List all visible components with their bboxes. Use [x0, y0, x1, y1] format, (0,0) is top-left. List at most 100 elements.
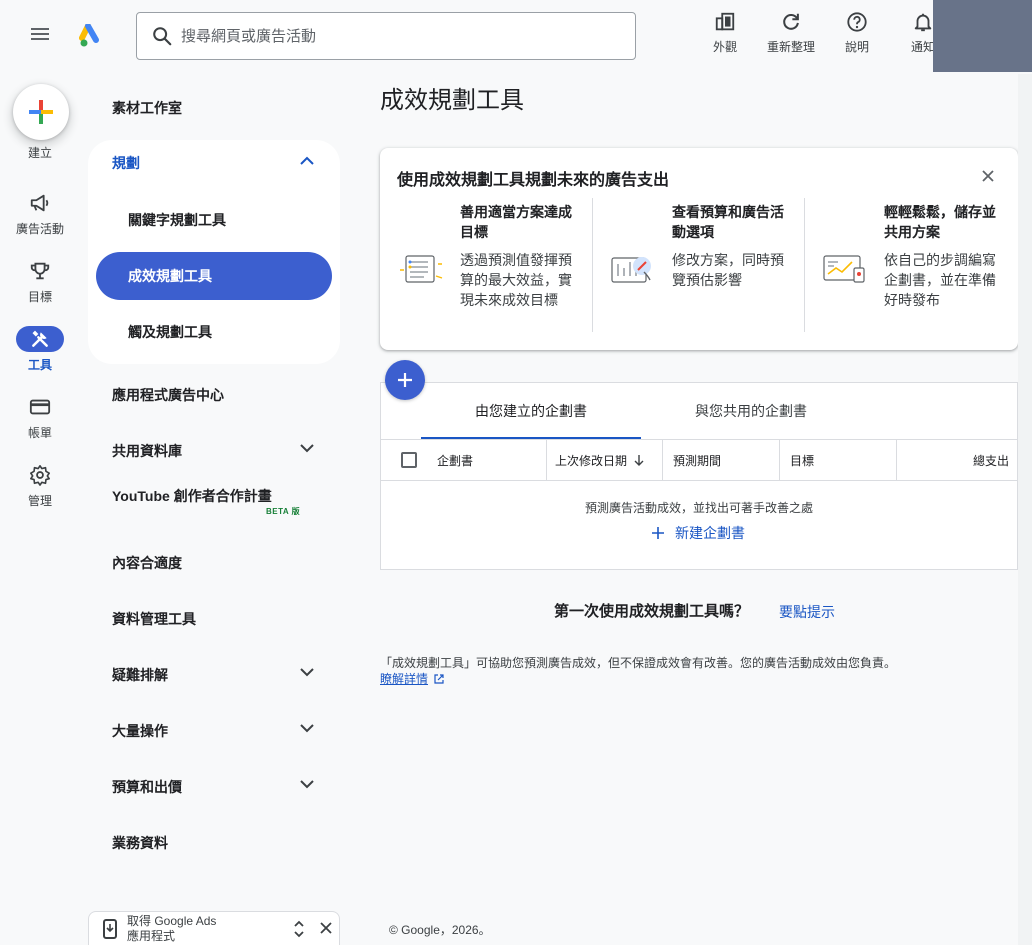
- divider: [592, 198, 593, 332]
- expand-icon[interactable]: [293, 920, 305, 938]
- column-label: 企劃書: [437, 453, 474, 468]
- empty-state-message: 預測廣告活動成效，並找出可著手改善之處: [584, 501, 813, 515]
- column-header-target[interactable]: 目標: [780, 440, 897, 480]
- rail-item-goals[interactable]: 目標: [0, 258, 80, 305]
- nav-item-label: 內容合適度: [112, 555, 182, 571]
- get-app-text: 取得 Google Ads 應用程式: [127, 914, 267, 944]
- external-link-icon: [434, 673, 444, 684]
- tip-description: 透過預測值發揮預算的最大效益，實現未來成效目標: [460, 252, 572, 308]
- plus-icon: [29, 100, 53, 124]
- notifications-label: 通知: [910, 40, 935, 54]
- disclaimer-text: 「成效規劃工具」可協助您預測廣告成效，但不保證成效會有改善。您的廣告活動成效由您…: [380, 656, 897, 670]
- sort-down-icon: [634, 455, 644, 466]
- nav-item-performance-planner[interactable]: 成效規劃工具: [96, 252, 332, 300]
- nav-item-youtube-creator-program[interactable]: YouTube 創作者合作計畫 BETA 版: [112, 486, 322, 516]
- nav-item-troubleshooting[interactable]: 疑難排解: [88, 653, 340, 697]
- nav-item-app-advertising-hub[interactable]: 應用程式廣告中心: [88, 373, 340, 417]
- create-button[interactable]: [13, 84, 69, 140]
- refresh-button[interactable]: 重新整理: [758, 10, 824, 60]
- plus-icon: [398, 373, 412, 387]
- chevron-down-icon: [300, 668, 314, 677]
- nav-item-data-manager[interactable]: 資料管理工具: [88, 597, 340, 641]
- tab-label: 由您建立的企劃書: [475, 403, 587, 419]
- nav-item-reach-planner[interactable]: 觸及規劃工具: [96, 308, 332, 356]
- first-time-question: 第一次使用成效規劃工具嗎？: [554, 603, 750, 620]
- page-title: 成效規劃工具: [380, 87, 524, 114]
- gear-icon: [30, 465, 50, 486]
- rail-billing-label: 帳單: [27, 426, 52, 440]
- rail-campaigns-label: 廣告活動: [15, 222, 64, 236]
- nav-item-business-data[interactable]: 業務資料: [88, 821, 340, 865]
- nav-item-bulk-actions[interactable]: 大量操作: [88, 709, 340, 753]
- chevron-up-icon: [300, 156, 314, 165]
- scrollbar[interactable]: [1018, 74, 1032, 945]
- column-header-plan[interactable]: 企劃書: [427, 440, 547, 480]
- create-label: 建立: [27, 146, 52, 160]
- plus-icon: [652, 527, 664, 539]
- rail-item-campaigns[interactable]: 廣告活動: [0, 190, 80, 237]
- top-bar: 外觀 重新整理 說明 通知: [0, 0, 1032, 74]
- plans-tabs: 由您建立的企劃書 與您共用的企劃書: [421, 383, 861, 439]
- intro-card-heading: 使用成效規劃工具規劃未來的廣告支出: [397, 172, 670, 189]
- tab-shared-plans[interactable]: 與您共用的企劃書: [641, 383, 861, 439]
- appearance-label: 外觀: [712, 40, 737, 54]
- tip-title: 輕輕鬆鬆，儲存並共用方案: [884, 204, 996, 240]
- nav-item-label: 業務資料: [112, 835, 168, 851]
- nav-item-budgets-and-bidding[interactable]: 預算和出價: [88, 765, 340, 809]
- main-menu-icon[interactable]: [28, 25, 52, 49]
- search-input[interactable]: [181, 27, 601, 45]
- appearance-button[interactable]: 外觀: [692, 10, 758, 60]
- close-icon[interactable]: [980, 168, 996, 184]
- rail-item-tools[interactable]: 工具: [0, 326, 80, 373]
- tips-link[interactable]: 要點提示: [779, 602, 835, 622]
- rail-goals-label: 目標: [27, 290, 52, 304]
- nav-item-label: 資料管理工具: [112, 611, 196, 627]
- column-header-last-modified[interactable]: 上次修改日期: [547, 440, 663, 480]
- appearance-icon: [713, 10, 737, 34]
- chevron-down-icon: [300, 724, 314, 733]
- nav-planning-label: 規劃: [112, 155, 140, 171]
- get-app-banner[interactable]: 取得 Google Ads 應用程式: [88, 911, 340, 945]
- column-header-total-spend[interactable]: 總支出: [897, 440, 1017, 480]
- nav-item-shared-library[interactable]: 共用資料庫: [88, 429, 340, 473]
- tools-icon: [32, 330, 48, 347]
- footer-copyright: © Google，2026。: [389, 923, 491, 937]
- add-plan-button[interactable]: [385, 360, 425, 400]
- nav-item-label: 共用資料庫: [112, 443, 182, 459]
- learn-more-label: 瞭解詳情: [380, 672, 429, 686]
- tip-title: 查看預算和廣告活動選項: [672, 204, 784, 240]
- rail-item-billing[interactable]: 帳單: [0, 394, 80, 441]
- help-icon: [845, 10, 869, 34]
- account-area[interactable]: [933, 0, 1032, 72]
- nav-item-content-suitability[interactable]: 內容合適度: [88, 541, 340, 585]
- plans-table-header: 企劃書 上次修改日期 預測期間 目標 總支出: [381, 439, 1017, 481]
- column-label: 上次修改日期: [555, 453, 628, 468]
- chevron-down-icon: [300, 444, 314, 453]
- column-header-forecast-period[interactable]: 預測期間: [663, 440, 780, 480]
- rail-item-admin[interactable]: 管理: [0, 462, 80, 509]
- notifications-icon: [911, 10, 935, 34]
- refresh-label: 重新整理: [766, 40, 815, 54]
- nav-item-planning[interactable]: 規劃: [88, 140, 340, 186]
- learn-more-link[interactable]: 瞭解詳情: [380, 670, 444, 687]
- trophy-icon: [30, 262, 50, 280]
- create-new-plan-link[interactable]: 新建企劃書: [651, 523, 745, 543]
- nav-item-label: YouTube 創作者合作計畫: [112, 488, 272, 504]
- tip-description: 修改方案，同時預覽預估影響: [672, 252, 784, 288]
- nav-reach-planner-label: 觸及規劃工具: [128, 324, 212, 340]
- nav-item-asset-studio[interactable]: 素材工作室: [88, 86, 340, 130]
- select-all-checkbox[interactable]: [401, 452, 417, 468]
- nav-item-keyword-planner[interactable]: 關鍵字規劃工具: [96, 196, 332, 244]
- help-button[interactable]: 說明: [824, 10, 890, 60]
- close-icon[interactable]: [319, 921, 333, 935]
- refresh-icon: [779, 10, 803, 34]
- intro-card: 使用成效規劃工具規劃未來的廣告支出 善用適當方案達成目標 透過預測值發揮預算的最…: [380, 148, 1018, 350]
- nav-item-label: 應用程式廣告中心: [112, 387, 224, 403]
- nav-item-label: 預算和出價: [112, 779, 182, 795]
- adjust-chart-illustration: [611, 257, 651, 283]
- share-chart-illustration: [823, 255, 865, 283]
- tab-my-plans[interactable]: 由您建立的企劃書: [421, 383, 641, 439]
- search-box[interactable]: [136, 12, 636, 60]
- google-ads-logo[interactable]: [79, 24, 107, 48]
- checklist-illustration: [400, 255, 443, 283]
